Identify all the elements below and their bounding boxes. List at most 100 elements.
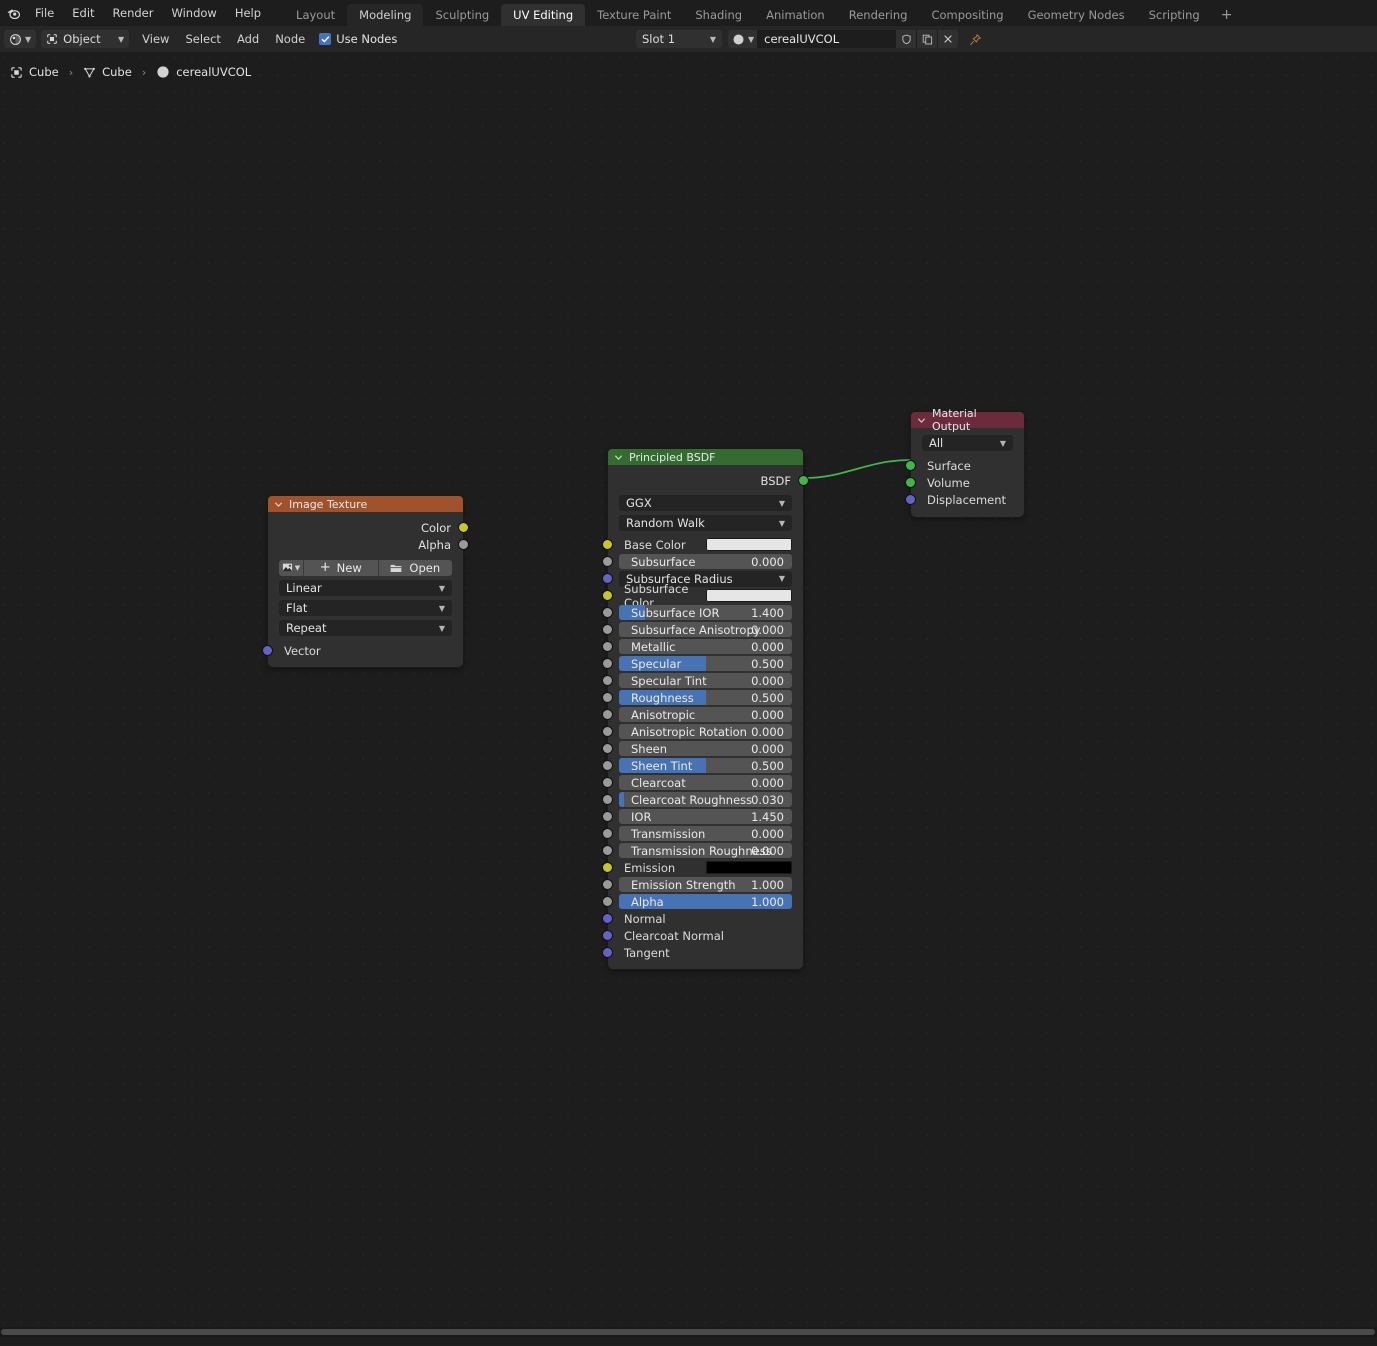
socket-bsdf-output[interactable]	[799, 476, 808, 485]
bsdf-property-row[interactable]: Tangent	[603, 944, 803, 961]
menu-add[interactable]: Add	[229, 32, 267, 46]
socket-alpha-input[interactable]	[603, 897, 612, 906]
collapse-caret-icon[interactable]	[917, 416, 926, 425]
bsdf-property-row[interactable]: Emission Strength 1.000	[603, 876, 803, 893]
material-slot-selector[interactable]: Slot 1 ▼	[636, 30, 722, 48]
menu-window[interactable]: Window	[162, 0, 225, 26]
bsdf-property-row[interactable]: Base Color	[603, 536, 803, 553]
bsdf-property-row[interactable]: Anisotropic 0.000	[603, 706, 803, 723]
bsdf-property-row[interactable]: Transmission 0.000	[603, 825, 803, 842]
bsdf-property-row[interactable]: Subsurface 0.000	[603, 553, 803, 570]
node-image-texture[interactable]: Image Texture Color Alpha ▼ + New Open L…	[263, 496, 468, 667]
target-dropdown[interactable]: All ▼	[922, 435, 1013, 451]
material-name-field[interactable]: cerealUVCOL	[757, 30, 896, 48]
slider-clearcoat-roughness[interactable]: Clearcoat Roughness 0.030	[619, 792, 792, 807]
slider-specular-tint[interactable]: Specular Tint 0.000	[619, 673, 792, 688]
socket-ior-input[interactable]	[603, 812, 612, 821]
image-new-button[interactable]: + New	[303, 559, 378, 576]
slider-sheen-tint[interactable]: Sheen Tint 0.500	[619, 758, 792, 773]
slider-alpha[interactable]: Alpha 1.000	[619, 894, 792, 909]
slider-anisotropic[interactable]: Anisotropic 0.000	[619, 707, 792, 722]
output-socket-row-alpha[interactable]: Alpha	[268, 536, 468, 553]
shader-type-selector[interactable]: Object ▼	[41, 30, 130, 48]
slider-clearcoat[interactable]: Clearcoat 0.000	[619, 775, 792, 790]
pin-button[interactable]	[964, 30, 986, 48]
node-editor-canvas[interactable]: Image Texture Color Alpha ▼ + New Open L…	[0, 52, 1377, 1337]
socket-tangent-input[interactable]	[603, 948, 612, 957]
socket-transmission-roughness-input[interactable]	[603, 846, 612, 855]
tab-scripting[interactable]: Scripting	[1137, 4, 1212, 26]
extension-dropdown[interactable]: Repeat ▼	[279, 620, 452, 636]
tab-sculpting[interactable]: Sculpting	[423, 4, 501, 26]
breadcrumb-item-material[interactable]: cerealUVCOL	[156, 65, 251, 79]
tab-texture-paint[interactable]: Texture Paint	[585, 4, 683, 26]
bsdf-property-row[interactable]: Emission	[603, 859, 803, 876]
image-open-button[interactable]: Open	[377, 559, 452, 576]
tab-compositing[interactable]: Compositing	[919, 4, 1015, 26]
socket-anisotropic-rotation-input[interactable]	[603, 727, 612, 736]
slider-specular[interactable]: Specular 0.500	[619, 656, 792, 671]
socket-specular-input[interactable]	[603, 659, 612, 668]
socket-anisotropic-input[interactable]	[603, 710, 612, 719]
add-workspace-button[interactable]: +	[1212, 4, 1242, 26]
slider-sheen[interactable]: Sheen 0.000	[619, 741, 792, 756]
bsdf-property-row[interactable]: Normal	[603, 910, 803, 927]
color-swatch-emission[interactable]	[706, 861, 792, 874]
tab-layout[interactable]: Layout	[284, 4, 347, 26]
input-socket-row-volume[interactable]: Volume	[906, 474, 1024, 491]
socket-displacement-input[interactable]	[906, 495, 915, 504]
socket-clearcoat-normal-input[interactable]	[603, 931, 612, 940]
socket-subsurface-color-input[interactable]	[603, 591, 612, 600]
breadcrumb-item-mesh[interactable]: Cube	[83, 65, 132, 79]
bsdf-property-row[interactable]: Subsurface IOR 1.400	[603, 604, 803, 621]
socket-clearcoat-input[interactable]	[603, 778, 612, 787]
bsdf-property-row[interactable]: Specular Tint 0.000	[603, 672, 803, 689]
socket-specular-tint-input[interactable]	[603, 676, 612, 685]
socket-base-color-input[interactable]	[603, 540, 612, 549]
bsdf-property-row[interactable]: Sheen Tint 0.500	[603, 757, 803, 774]
menu-view[interactable]: View	[134, 32, 177, 46]
slider-ior[interactable]: IOR 1.450	[619, 809, 792, 824]
socket-metallic-input[interactable]	[603, 642, 612, 651]
socket-sheen-input[interactable]	[603, 744, 612, 753]
menu-node[interactable]: Node	[267, 32, 313, 46]
image-browse-button[interactable]: ▼	[279, 559, 303, 576]
slider-roughness[interactable]: Roughness 0.500	[619, 690, 792, 705]
node-material-output[interactable]: Material Output All ▼ Surface Volume Dis…	[906, 407, 1024, 517]
tab-rendering[interactable]: Rendering	[837, 4, 920, 26]
socket-alpha-output[interactable]	[459, 540, 468, 549]
bsdf-property-row[interactable]: Transmission Roughness 0.000	[603, 842, 803, 859]
node-header-principled-bsdf[interactable]: Principled BSDF	[608, 449, 803, 465]
menu-render[interactable]: Render	[104, 0, 163, 26]
copy-material-button[interactable]	[916, 30, 938, 48]
output-socket-row-color[interactable]: Color	[268, 519, 468, 536]
bsdf-property-row[interactable]: Subsurface Anisotropy 0.000	[603, 621, 803, 638]
horizontal-scrollbar[interactable]	[0, 1327, 1377, 1337]
socket-emission-strength-input[interactable]	[603, 880, 612, 889]
bsdf-property-row[interactable]: Roughness 0.500	[603, 689, 803, 706]
socket-subsurface-anisotropy-input[interactable]	[603, 625, 612, 634]
interpolation-dropdown[interactable]: Linear ▼	[279, 580, 452, 596]
input-socket-row-displacement[interactable]: Displacement	[906, 491, 1024, 508]
projection-dropdown[interactable]: Flat ▼	[279, 600, 452, 616]
bsdf-property-row[interactable]: IOR 1.450	[603, 808, 803, 825]
slider-subsurface[interactable]: Subsurface 0.000	[619, 554, 792, 569]
bsdf-property-row[interactable]: Sheen 0.000	[603, 740, 803, 757]
use-nodes-toggle[interactable]: Use Nodes	[319, 32, 397, 46]
node-header-material-output[interactable]: Material Output	[911, 407, 1024, 433]
bsdf-property-row[interactable]: Clearcoat Roughness 0.030	[603, 791, 803, 808]
menu-help[interactable]: Help	[226, 0, 270, 26]
fake-user-button[interactable]	[895, 30, 917, 48]
socket-vector-input[interactable]	[263, 646, 272, 655]
socket-sheen-tint-input[interactable]	[603, 761, 612, 770]
material-browse-button[interactable]: ▼	[728, 30, 758, 48]
input-socket-row-surface[interactable]: Surface	[906, 457, 1024, 474]
node-principled-bsdf[interactable]: Principled BSDF BSDF GGX ▼ Random Walk ▼…	[603, 449, 808, 969]
socket-emission-input[interactable]	[603, 863, 612, 872]
scrollbar-thumb[interactable]	[1, 1329, 1375, 1335]
slider-anisotropic-rotation[interactable]: Anisotropic Rotation 0.000	[619, 724, 792, 739]
tab-geometry-nodes[interactable]: Geometry Nodes	[1016, 4, 1137, 26]
bsdf-property-row[interactable]: Alpha 1.000	[603, 893, 803, 910]
input-socket-row-vector[interactable]: Vector	[263, 642, 463, 659]
socket-color-output[interactable]	[459, 523, 468, 532]
